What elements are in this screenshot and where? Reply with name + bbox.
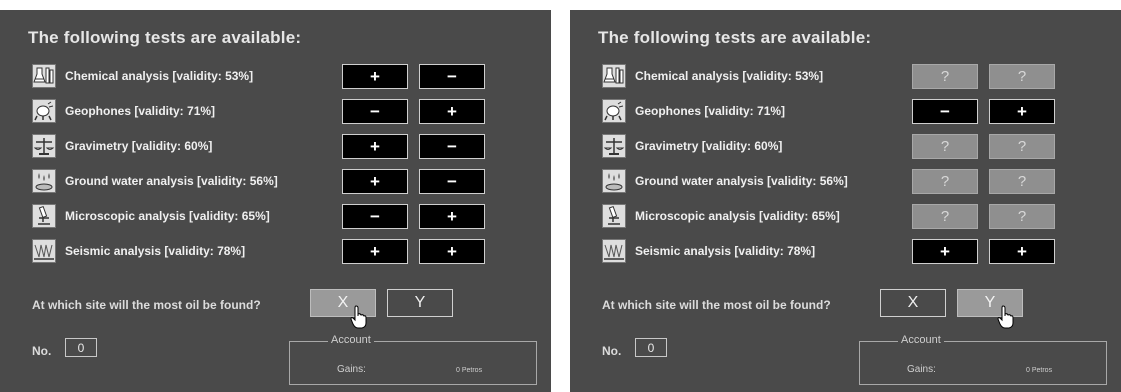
flask-icon (32, 64, 56, 88)
left-test-row: Geophones [validity: 71%] − + (32, 99, 532, 125)
microscope-icon (602, 204, 626, 228)
right-result-y: + (989, 99, 1055, 124)
left-test-row: Microscopic analysis [validity: 65%] − + (32, 204, 532, 230)
account-title: Account (328, 334, 374, 346)
right-test-row: Microscopic analysis [validity: 65%]?? (602, 204, 1102, 230)
choice-y-button[interactable]: Y (387, 289, 453, 317)
account-box: Account Gains: 0 Petros (859, 334, 1107, 385)
seismic-icon (32, 239, 56, 263)
right-result-x: − (912, 99, 978, 124)
right-result-x[interactable]: ? (912, 64, 978, 89)
question-text: At which site will the most oil be found… (32, 298, 261, 312)
left-result-x: + (342, 169, 408, 194)
right-heading: The following tests are available: (598, 28, 872, 47)
right-test-row: Gravimetry [validity: 60%]?? (602, 134, 1102, 160)
gains-label: Gains: (907, 364, 936, 375)
test-label: Geophones [validity: 71%] (65, 104, 216, 118)
right-result-y[interactable]: ? (989, 169, 1055, 194)
right-test-row: Geophones [validity: 71%] − + (602, 99, 1102, 125)
test-label: Chemical analysis [validity: 53%] (65, 69, 254, 83)
test-label: Gravimetry [validity: 60%] (635, 139, 783, 153)
left-result-y: + (419, 204, 485, 229)
test-label: Gravimetry [validity: 60%] (65, 139, 213, 153)
left-result-y: − (419, 64, 485, 89)
right-result-y: + (989, 239, 1055, 264)
left-panel: The following tests are available: Chemic… (0, 10, 551, 392)
account-title: Account (898, 334, 944, 346)
right-result-x[interactable]: ? (912, 204, 978, 229)
no-label: No. (32, 344, 52, 358)
right-result-x[interactable]: ? (912, 134, 978, 159)
gains-value: 0 Petros (456, 367, 483, 374)
water-drops-icon (602, 169, 626, 193)
seismic-icon (602, 239, 626, 263)
right-test-row: Chemical analysis [validity: 53%]?? (602, 64, 1102, 90)
trial-number-field: 0 (635, 338, 667, 357)
test-label: Chemical analysis [validity: 53%] (635, 69, 824, 83)
right-result-y[interactable]: ? (989, 204, 1055, 229)
left-result-x: − (342, 99, 408, 124)
left-result-y: − (419, 134, 485, 159)
no-label: No. (602, 344, 622, 358)
geophone-icon (32, 99, 56, 123)
right-result-x: + (912, 239, 978, 264)
left-heading: The following tests are available: (28, 28, 302, 47)
right-result-y[interactable]: ? (989, 64, 1055, 89)
left-result-x: + (342, 64, 408, 89)
right-result-y[interactable]: ? (989, 134, 1055, 159)
test-label: Ground water analysis [validity: 56%] (635, 174, 848, 188)
test-label: Microscopic analysis [validity: 65%] (65, 209, 270, 223)
gains-value: 0 Petros (1026, 367, 1053, 374)
test-label: Microscopic analysis [validity: 65%] (635, 209, 840, 223)
scale-icon (32, 134, 56, 158)
gains-label: Gains: (337, 364, 366, 375)
left-test-row: Chemical analysis [validity: 53%] + − (32, 64, 532, 90)
test-label: Seismic analysis [validity: 78%] (635, 244, 816, 258)
geophone-icon (602, 99, 626, 123)
left-result-y: − (419, 169, 485, 194)
left-test-row: Seismic analysis [validity: 78%] + + (32, 239, 532, 265)
hand-cursor-icon (350, 305, 368, 329)
test-label: Seismic analysis [validity: 78%] (65, 244, 246, 258)
account-box: Account Gains: 0 Petros (289, 334, 537, 385)
trial-number-field: 0 (65, 338, 97, 357)
left-test-row: Gravimetry [validity: 60%] + − (32, 134, 532, 160)
left-result-x: + (342, 134, 408, 159)
right-result-x[interactable]: ? (912, 169, 978, 194)
test-label: Ground water analysis [validity: 56%] (65, 174, 278, 188)
left-result-y: + (419, 99, 485, 124)
right-test-row: Ground water analysis [validity: 56%]?? (602, 169, 1102, 195)
water-drops-icon (32, 169, 56, 193)
microscope-icon (32, 204, 56, 228)
right-panel: The following tests are available: Chemic… (570, 10, 1121, 392)
flask-icon (602, 64, 626, 88)
choice-x-button[interactable]: X (880, 289, 946, 317)
left-result-x: + (342, 239, 408, 264)
left-result-y: + (419, 239, 485, 264)
question-text: At which site will the most oil be found… (602, 298, 831, 312)
hand-cursor-icon (997, 305, 1015, 329)
scale-icon (602, 134, 626, 158)
left-result-x: − (342, 204, 408, 229)
left-test-row: Ground water analysis [validity: 56%] + − (32, 169, 532, 195)
right-test-row: Seismic analysis [validity: 78%] + + (602, 239, 1102, 265)
test-label: Geophones [validity: 71%] (635, 104, 786, 118)
